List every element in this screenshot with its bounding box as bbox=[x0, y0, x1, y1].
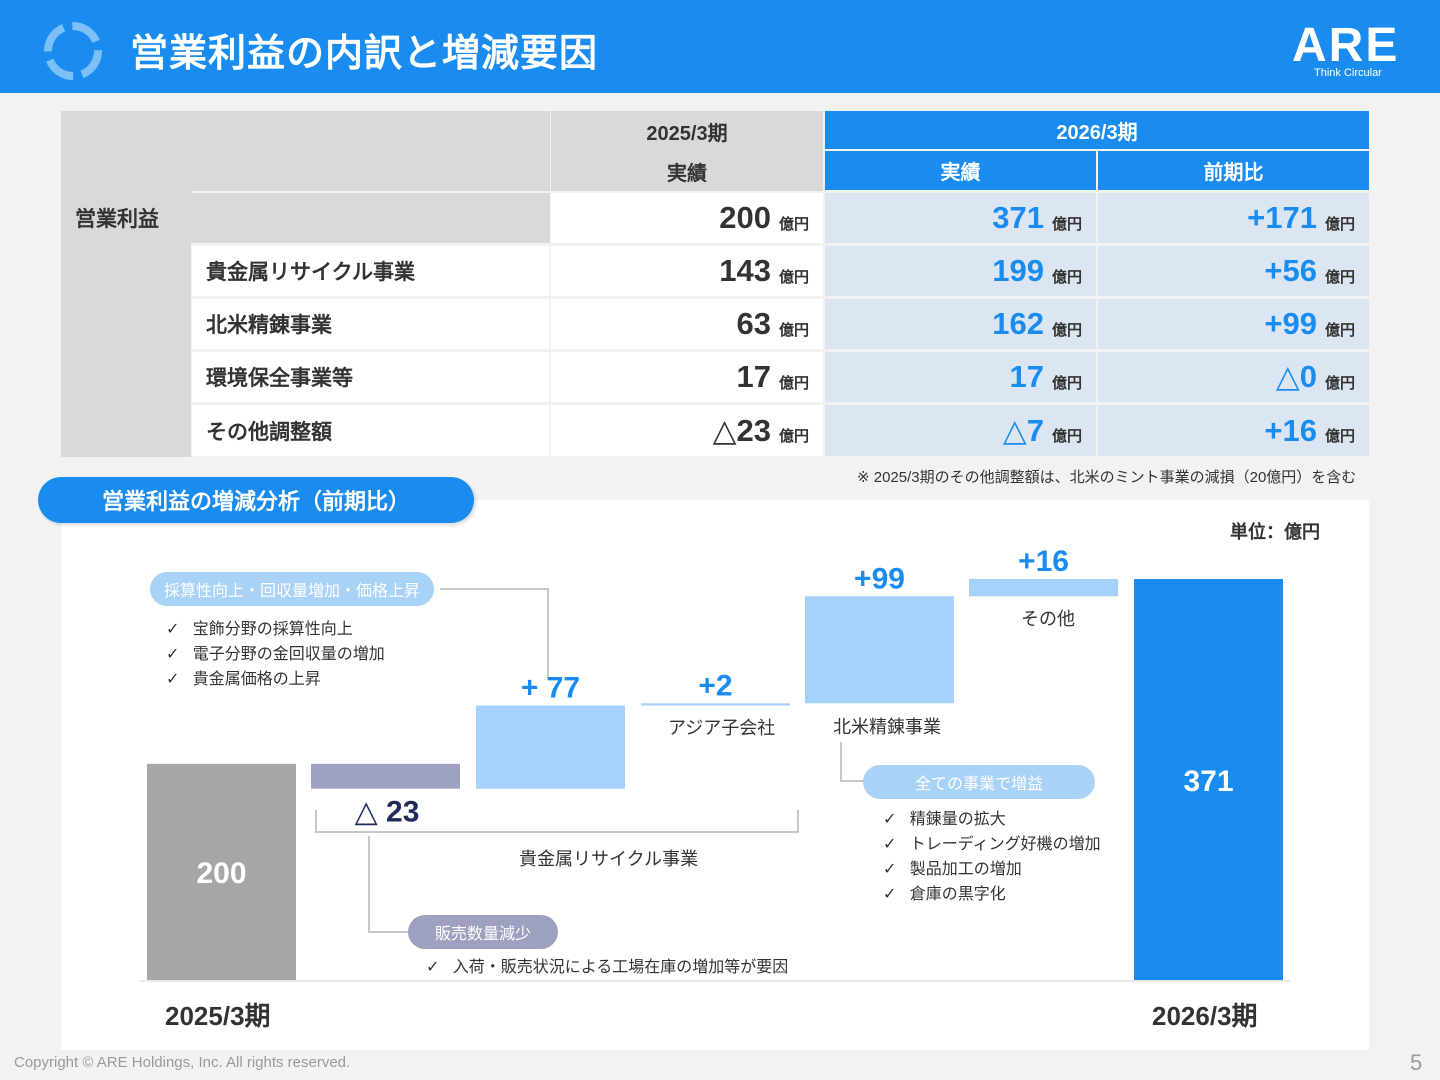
callout-right-item: ✓ 製品加工の増加 bbox=[883, 861, 1022, 878]
callout-right-title: 全ての事業で増益 bbox=[863, 765, 1095, 799]
waterfall-value-0: 200 bbox=[196, 857, 246, 890]
callout-right-item: ✓ トレーディング好機の増加 bbox=[883, 836, 1101, 853]
callout-bottom-item: ✓ 入荷・販売状況による工場在庫の増加等が要因 bbox=[426, 959, 789, 976]
callout-top-item: ✓ 宝飾分野の採算性向上 bbox=[166, 621, 353, 638]
waterfall-bar-5 bbox=[969, 579, 1118, 597]
category-label-prev: 2025/3期 bbox=[165, 1001, 271, 1031]
step-label-other: その他 bbox=[1021, 609, 1075, 629]
waterfall-value-6: 371 bbox=[1183, 765, 1233, 798]
connector-bottom-callout bbox=[368, 836, 408, 933]
waterfall-value-4: +99 bbox=[854, 562, 905, 595]
waterfall-value-2: + 77 bbox=[521, 671, 580, 704]
waterfall-bar-1 bbox=[311, 763, 460, 789]
waterfall-bar-3 bbox=[641, 703, 790, 706]
copyright: Copyright © ARE Holdings, Inc. All right… bbox=[14, 1054, 351, 1071]
waterfall-value-1: △ 23 bbox=[355, 796, 420, 829]
connector-right-callout bbox=[840, 742, 864, 782]
callout-top-item: ✓ 貴金属価格の上昇 bbox=[166, 671, 321, 688]
callout-top-item: ✓ 電子分野の金回収量の増加 bbox=[166, 646, 385, 663]
callout-top-title: 採算性向上・回収量増加・価格上昇 bbox=[150, 572, 434, 606]
group-label-recycle: 貴金属リサイクル事業 bbox=[519, 849, 699, 869]
waterfall-value-5: +16 bbox=[1018, 545, 1069, 578]
callout-right-item: ✓ 精錬量の拡大 bbox=[883, 811, 1006, 828]
waterfall-value-3: +2 bbox=[698, 669, 732, 702]
callout-bottom-title: 販売数量減少 bbox=[408, 915, 558, 949]
page-number: 5 bbox=[1410, 1050, 1423, 1075]
step-label-asia: アジア子会社 bbox=[668, 718, 776, 738]
waterfall-bar-4 bbox=[805, 596, 954, 704]
waterfall-bar-2 bbox=[476, 705, 625, 789]
callout-right-item: ✓ 倉庫の黒字化 bbox=[883, 886, 1006, 903]
connector-top-callout bbox=[440, 588, 549, 680]
category-label-curr: 2026/3期 bbox=[1152, 1001, 1258, 1031]
waterfall-chart: 200 △ 23 + 77 +2 +99 +16 371 bbox=[140, 545, 1290, 982]
step-label-na-refining: 北米精錬事業 bbox=[833, 717, 941, 737]
